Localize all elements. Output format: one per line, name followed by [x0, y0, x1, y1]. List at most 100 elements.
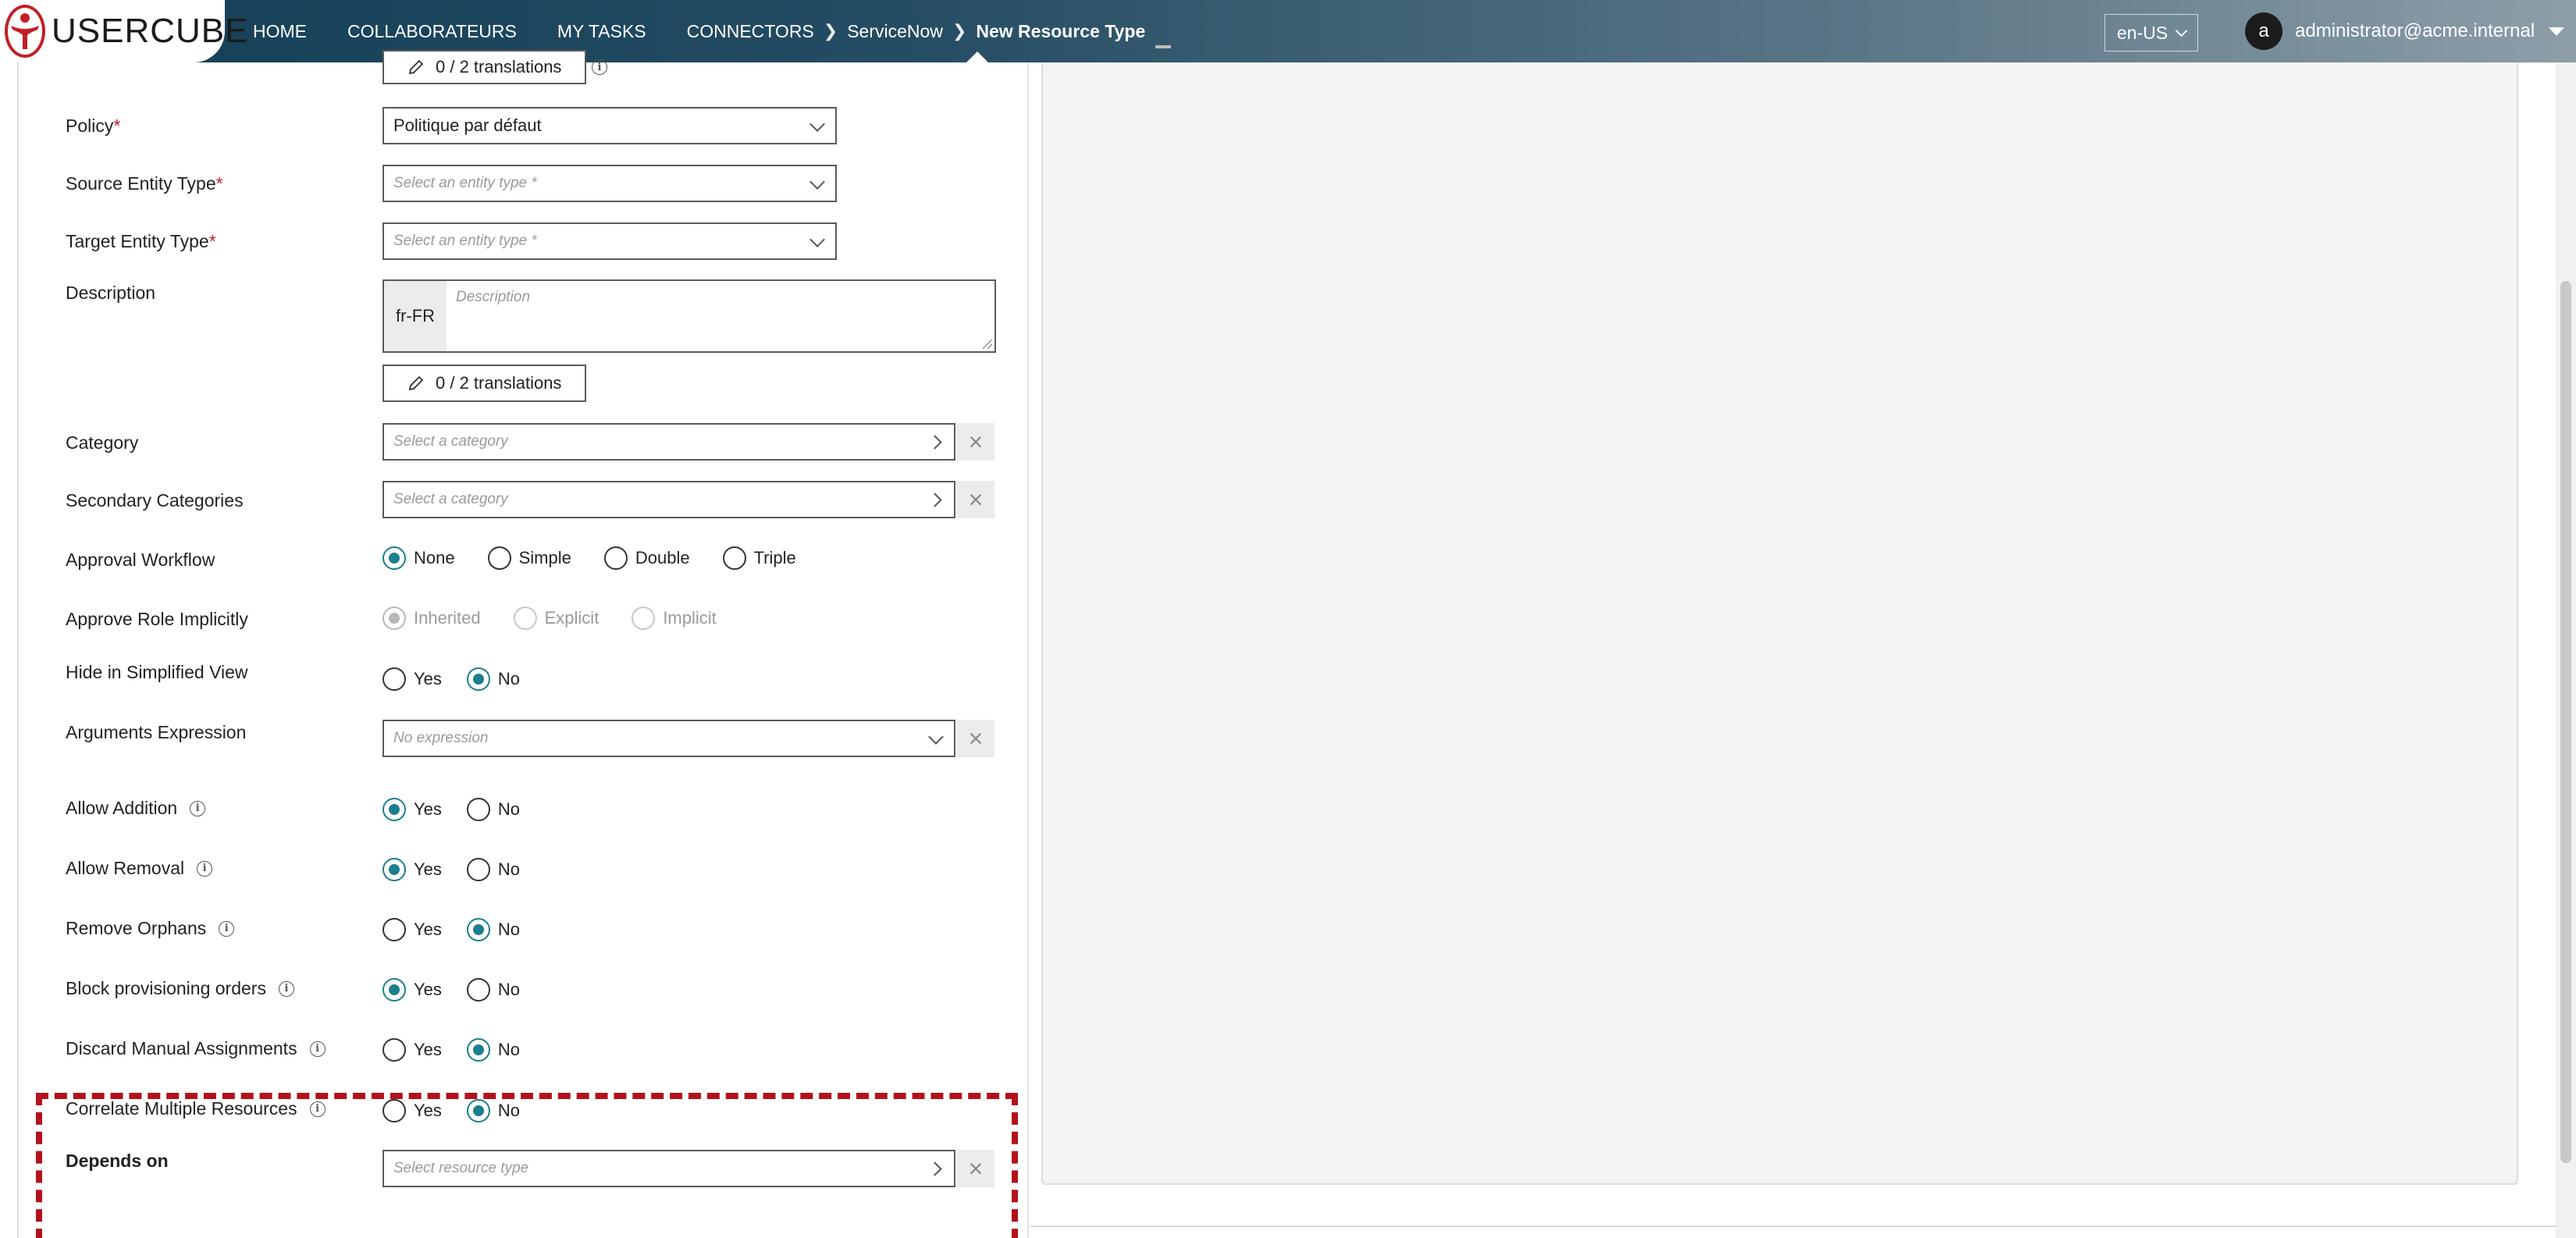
remove-orphans-yes[interactable]: Yes	[382, 918, 442, 941]
approve-role-explicit: Explicit	[513, 607, 600, 630]
allow-removal-radio-group: Yes No	[382, 858, 520, 881]
info-icon[interactable]: i	[197, 860, 213, 877]
allow-addition-label: Allow Addition i	[66, 798, 206, 819]
user-email: administrator@acme.internal	[2295, 20, 2535, 41]
description-translations-button[interactable]: 0 / 2 translations	[382, 365, 587, 402]
target-entity-type-placeholder: Select an entity type *	[393, 233, 537, 249]
policy-select[interactable]: Politique par défaut	[382, 107, 837, 144]
allow-removal-no[interactable]: No	[466, 858, 520, 881]
policy-value: Politique par défaut	[393, 116, 542, 135]
hide-in-simplified-view-label: Hide in Simplified View	[66, 662, 248, 683]
radio-unchecked-icon	[722, 546, 746, 570]
allow-removal-label-text: Allow Removal	[66, 858, 185, 878]
approval-workflow-label: Approval Workflow	[66, 550, 215, 571]
radio-label: Yes	[414, 980, 442, 999]
radio-label: No	[497, 980, 521, 999]
required-marker: *	[113, 116, 121, 136]
required-marker: *	[215, 173, 223, 194]
radio-unchecked-icon	[487, 546, 511, 570]
translations-label: 0 / 2 translations	[436, 373, 562, 393]
caret-down-icon	[2549, 27, 2565, 36]
resize-handle-icon[interactable]	[983, 340, 992, 349]
secondary-categories-placeholder: Select a category	[393, 491, 508, 507]
radio-checked-icon	[382, 798, 406, 821]
radio-label: Simple	[518, 548, 571, 567]
target-entity-type-label-text: Target Entity Type	[66, 231, 209, 251]
arguments-expression-placeholder: No expression	[393, 730, 489, 746]
approval-workflow-triple[interactable]: Triple	[722, 546, 796, 570]
radio-label: Yes	[414, 1040, 442, 1059]
approval-workflow-double[interactable]: Double	[603, 546, 690, 570]
panel-divider	[1027, 62, 1029, 1238]
approval-workflow-none[interactable]: None	[382, 546, 455, 570]
nav-home[interactable]: HOME	[253, 21, 307, 42]
allow-addition-yes[interactable]: Yes	[382, 798, 442, 821]
description-label-text: Description	[66, 283, 156, 303]
remove-orphans-radio-group: Yes No	[382, 918, 520, 941]
category-clear-button[interactable]: ×	[957, 423, 994, 461]
allow-removal-yes[interactable]: Yes	[382, 858, 442, 881]
arguments-expression-label: Arguments Expression	[66, 722, 246, 743]
discard-manual-yes[interactable]: Yes	[382, 1038, 442, 1062]
hide-simplified-yes[interactable]: Yes	[382, 667, 442, 691]
hide-simplified-no[interactable]: No	[466, 667, 520, 691]
nav-collaborateurs[interactable]: COLLABORATEURS	[347, 21, 517, 42]
description-textarea[interactable]: Description	[447, 281, 994, 351]
arguments-expression-clear-button[interactable]: ×	[957, 720, 994, 757]
arguments-expression-select[interactable]: No expression	[382, 720, 955, 757]
scrollbar-thumb[interactable]	[2560, 281, 2571, 1163]
breadcrumb-connectors[interactable]: CONNECTORS	[687, 21, 814, 42]
name-translations-button[interactable]: 0 / 2 translations	[382, 50, 587, 84]
close-icon: ×	[968, 724, 984, 752]
nav-my-tasks[interactable]: MY TASKS	[557, 21, 646, 42]
approval-workflow-simple[interactable]: Simple	[487, 546, 571, 570]
info-icon[interactable]: i	[309, 1041, 326, 1057]
radio-checked-icon	[382, 978, 406, 1001]
allow-addition-radio-group: Yes No	[382, 798, 520, 821]
preview-panel-text-fragment	[1155, 45, 1171, 48]
target-entity-type-select[interactable]: Select an entity type *	[382, 222, 837, 260]
info-icon[interactable]: i	[592, 59, 607, 75]
radio-label: Explicit	[544, 608, 600, 628]
secondary-categories-picker[interactable]: Select a category	[382, 481, 955, 518]
logo[interactable]: USERCUBE	[0, 0, 248, 62]
chevron-right-icon: ❯	[823, 21, 838, 41]
info-icon[interactable]: i	[190, 800, 206, 816]
remove-orphans-label: Remove Orphans i	[66, 918, 235, 939]
category-picker[interactable]: Select a category	[382, 423, 955, 461]
block-provisioning-yes[interactable]: Yes	[382, 978, 442, 1001]
info-icon[interactable]: i	[219, 920, 235, 937]
radio-label: Yes	[414, 669, 442, 688]
secondary-categories-clear-button[interactable]: ×	[957, 481, 994, 518]
approve-role-inherited: Inherited	[382, 607, 481, 630]
info-icon[interactable]: i	[278, 980, 294, 997]
remove-orphans-no[interactable]: No	[466, 918, 520, 941]
secondary-categories-label-text: Secondary Categories	[66, 490, 244, 510]
discard-manual-no[interactable]: No	[466, 1038, 520, 1062]
chevron-right-icon	[927, 493, 942, 507]
category-placeholder: Select a category	[393, 433, 508, 450]
chevron-down-icon	[928, 729, 944, 745]
radio-unchecked-icon	[632, 607, 656, 630]
radio-unchecked-icon	[382, 1038, 406, 1062]
source-entity-type-placeholder: Select an entity type *	[393, 175, 537, 191]
chevron-down-icon	[809, 116, 825, 132]
radio-label: Double	[635, 548, 690, 567]
highlight-box	[36, 1093, 1018, 1238]
hide-in-simplified-view-radio-group: Yes No	[382, 667, 520, 691]
radio-unchecked-icon	[513, 607, 537, 630]
translations-label: 0 / 2 translations	[436, 57, 562, 76]
allow-addition-no[interactable]: No	[466, 798, 520, 821]
description-field[interactable]: fr-FR Description	[382, 279, 996, 353]
breadcrumb-servicenow[interactable]: ServiceNow	[847, 21, 943, 42]
radio-label: Yes	[414, 799, 442, 819]
remove-orphans-label-text: Remove Orphans	[66, 918, 207, 938]
block-provisioning-orders-radio-group: Yes No	[382, 978, 520, 1001]
user-menu[interactable]: a administrator@acme.internal	[2245, 12, 2565, 50]
block-provisioning-orders-label: Block provisioning orders i	[66, 978, 294, 999]
arguments-expression-label-text: Arguments Expression	[66, 722, 247, 742]
block-provisioning-no[interactable]: No	[466, 978, 521, 1001]
source-entity-type-select[interactable]: Select an entity type *	[382, 165, 837, 202]
panel-bottom-border	[1030, 1226, 2557, 1227]
language-select[interactable]: en-US	[2105, 14, 2198, 52]
